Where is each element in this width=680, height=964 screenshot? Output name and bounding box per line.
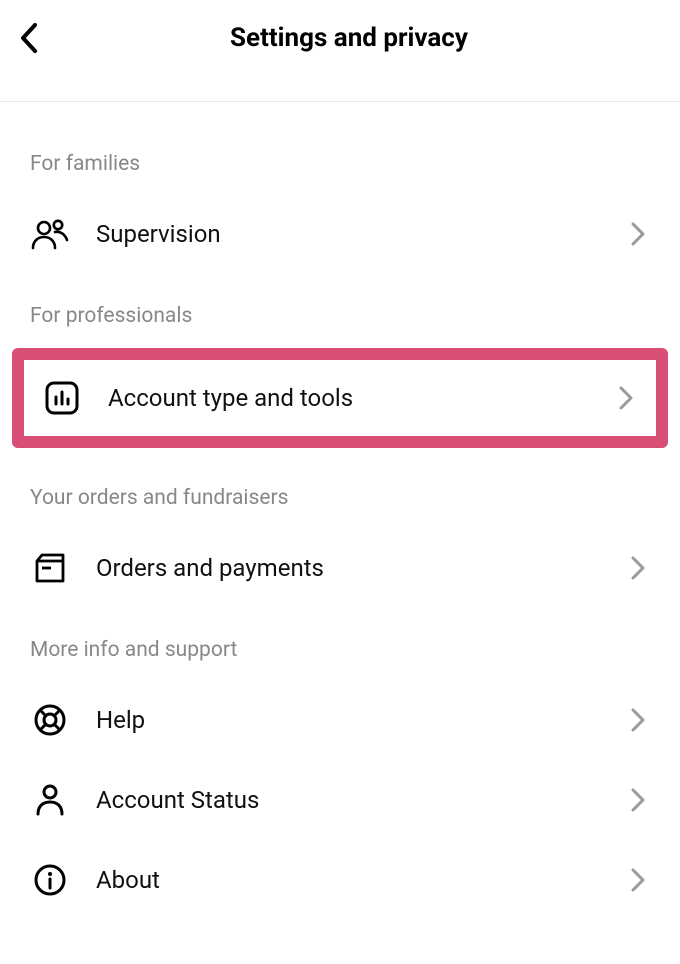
chevron-right-icon — [626, 707, 650, 733]
page-title: Settings and privacy — [78, 23, 680, 53]
chevron-right-icon — [614, 385, 638, 411]
lifebuoy-icon — [30, 703, 70, 737]
row-orders-and-payments[interactable]: Orders and payments — [0, 528, 680, 608]
row-label: Supervision — [70, 220, 626, 248]
section-header-support: More info and support — [0, 638, 680, 680]
section-header-professionals: For professionals — [0, 304, 680, 346]
settings-screen: Settings and privacy For families Superv… — [0, 0, 680, 964]
bar-chart-icon — [42, 380, 82, 416]
row-label: Orders and payments — [70, 554, 626, 582]
chevron-right-icon — [626, 787, 650, 813]
row-supervision[interactable]: Supervision — [0, 194, 680, 274]
chevron-left-icon — [18, 22, 40, 54]
section-header-families: For families — [0, 152, 680, 194]
row-label: Account Status — [70, 786, 626, 814]
row-label: Account type and tools — [82, 384, 614, 412]
previous-row-partial — [0, 77, 680, 102]
people-icon — [30, 218, 70, 250]
highlight-account-type: Account type and tools — [12, 348, 668, 448]
chevron-right-icon — [626, 867, 650, 893]
info-icon — [30, 863, 70, 897]
header: Settings and privacy — [0, 0, 680, 77]
row-about[interactable]: About — [0, 840, 680, 920]
row-label: About — [70, 866, 626, 894]
row-account-status[interactable]: Account Status — [0, 760, 680, 840]
row-help[interactable]: Help — [0, 680, 680, 760]
row-label: Help — [70, 706, 626, 734]
chevron-right-icon — [626, 555, 650, 581]
row-account-type-and-tools[interactable]: Account type and tools — [24, 360, 656, 436]
back-button[interactable] — [0, 22, 78, 54]
person-icon — [30, 783, 70, 817]
box-icon — [30, 551, 70, 585]
chevron-right-icon — [626, 221, 650, 247]
section-header-orders: Your orders and fundraisers — [0, 486, 680, 528]
